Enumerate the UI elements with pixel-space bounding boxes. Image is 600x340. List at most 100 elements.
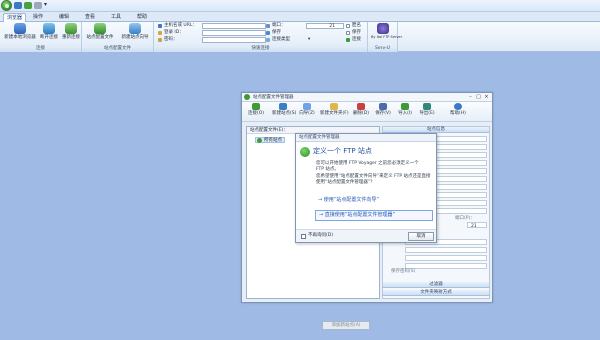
reconnect-icon xyxy=(65,23,77,34)
site-profiles-button[interactable]: 站点配置文件 xyxy=(85,23,115,45)
dont-ask-checkbox[interactable] xyxy=(301,234,306,239)
info-field-12 xyxy=(405,247,487,253)
host-icon xyxy=(158,24,162,28)
help-icon xyxy=(454,103,462,110)
quick-access-options-icon[interactable] xyxy=(34,2,42,9)
help-button[interactable]: 帮助(H) xyxy=(448,103,468,121)
cancel-button[interactable]: 取消 xyxy=(408,232,434,241)
chevron-down-icon[interactable]: ▾ xyxy=(308,37,310,43)
new-folder-button[interactable]: 新建文件夹(F) xyxy=(320,103,349,121)
group-site-profiles: 站点配置文件 新建站点向导 站点配置文件 xyxy=(82,22,154,52)
minimize-icon[interactable]: – xyxy=(467,94,474,100)
export-button[interactable]: 导出(E) xyxy=(418,103,436,121)
host-row: 主机名或 URL： xyxy=(158,23,268,29)
delete-button[interactable]: 删除(D) xyxy=(352,103,370,121)
filters-header[interactable]: 过滤器 xyxy=(383,282,489,288)
export-icon xyxy=(423,103,431,110)
password-input[interactable] xyxy=(202,37,266,43)
anonymous-checkbox[interactable] xyxy=(346,24,350,28)
dialog-heading: 定义一个 FTP 站点 xyxy=(313,147,372,155)
folder-mapping-header[interactable]: 文件夹映射方式 xyxy=(383,290,489,296)
user-icon xyxy=(158,31,162,35)
dialog-text-line-2: FTP 站点。 xyxy=(316,167,339,172)
close-icon[interactable]: × xyxy=(483,94,490,100)
dont-ask-label: 不再询问(D) xyxy=(308,233,333,238)
app-window: ▾ 浏览器 操作 编辑 查看 工具 帮助 新建本地浏览器 断开连接 重新连接 连… xyxy=(0,0,600,340)
use-wizard-option[interactable]: → 使用“站点配置文件向导” xyxy=(315,195,433,206)
group-connect: 新建本地浏览器 断开连接 重新连接 连接 xyxy=(0,22,82,52)
connect-icon xyxy=(252,103,260,110)
servu-button[interactable]: By Itol FTP Server xyxy=(371,23,402,45)
tab-view[interactable]: 查看 xyxy=(82,13,98,22)
add-new-site-button[interactable]: 添加新站点(A) xyxy=(322,321,370,330)
login-input[interactable] xyxy=(202,30,266,36)
group-quick-connect: 主机名或 URL： 登录 ID： 密码： 端口： 21 保存 连接类型 ▾ 匿名… xyxy=(154,22,368,52)
connect-toolbar-button[interactable]: 连接(O) xyxy=(246,103,266,121)
tab-browser[interactable]: 浏览器 xyxy=(3,13,27,22)
info-field-14 xyxy=(405,263,487,269)
info-field-13 xyxy=(405,255,487,261)
quick-access-dropdown-icon[interactable]: ▾ xyxy=(44,1,47,8)
maximize-icon[interactable]: □ xyxy=(475,94,482,100)
wizard-icon xyxy=(129,23,141,34)
port-icon xyxy=(266,24,270,28)
title-bar: ▾ xyxy=(0,0,600,12)
import-icon xyxy=(401,103,409,110)
port-field[interactable]: 21 xyxy=(467,222,487,229)
tab-actions[interactable]: 操作 xyxy=(30,13,46,22)
connect-type-icon xyxy=(266,38,270,42)
use-manager-option[interactable]: → 直接使用“站点配置文件管理器” xyxy=(315,210,433,221)
import-button[interactable]: 导入(I) xyxy=(396,103,414,121)
port-row: 端口： 21 xyxy=(266,23,344,29)
quick-access-save-icon[interactable] xyxy=(14,2,22,9)
sites-icon xyxy=(257,138,262,143)
quick-access-connect-icon[interactable] xyxy=(24,2,32,9)
ribbon: 新建本地浏览器 断开连接 重新连接 连接 站点配置文件 新建站点向导 站点配置文… xyxy=(0,22,600,52)
servu-icon xyxy=(377,23,389,34)
app-menu-orb[interactable] xyxy=(1,0,12,11)
key-icon xyxy=(158,38,162,42)
site-manager-icon xyxy=(244,94,250,100)
tab-tools[interactable]: 工具 xyxy=(108,13,124,22)
tree-item-all-sites[interactable]: 所有站点 xyxy=(255,137,285,143)
new-site-wizard-button[interactable]: 新建站点向导 xyxy=(119,23,151,45)
save-row: 保存 xyxy=(266,30,326,36)
ribbon-tab-row: 浏览器 操作 编辑 查看 工具 帮助 xyxy=(0,12,600,22)
define-ftp-site-dialog: 站点配置文件管理器 定义一个 FTP 站点 您可以开始使用 FTP Voyage… xyxy=(295,133,437,243)
anonymous-row[interactable]: 匿名 xyxy=(346,23,368,29)
site-profiles-icon xyxy=(94,23,106,34)
host-input[interactable] xyxy=(202,23,266,29)
dialog-footer: 不再询问(D) 取消 xyxy=(296,229,436,242)
group-servu: By Itol FTP Server Serv-U xyxy=(368,22,402,52)
save-icon xyxy=(379,103,387,110)
new-local-browser-button[interactable]: 新建本地浏览器 xyxy=(3,23,37,45)
ftp-site-icon xyxy=(300,147,310,157)
tab-edit[interactable]: 编辑 xyxy=(56,13,72,22)
save-checkbox[interactable] xyxy=(346,31,350,35)
save-icon xyxy=(266,31,270,35)
site-manager-title-bar: 站点配置文件管理器 – □ × xyxy=(242,93,492,102)
tab-help[interactable]: 帮助 xyxy=(134,13,150,22)
connect-type-row: 连接类型 ▾ xyxy=(266,37,348,43)
disconnect-button[interactable]: 断开连接 xyxy=(39,23,59,45)
new-site-button[interactable]: 新建站点(S) xyxy=(272,103,296,121)
port-input[interactable]: 21 xyxy=(306,23,344,29)
save-check-row[interactable]: 保存 xyxy=(346,30,368,36)
reconnect-button[interactable]: 重新连接 xyxy=(61,23,81,45)
connect-type-dropdown[interactable]: 连接类型 xyxy=(272,37,290,43)
delete-icon xyxy=(357,103,365,110)
dialog-title: 站点配置文件管理器 xyxy=(296,134,436,142)
wizard-icon xyxy=(303,103,311,110)
connect-button[interactable]: 连接 xyxy=(346,37,368,43)
wizard-button[interactable]: 向导(Z) xyxy=(298,103,316,121)
browser-icon xyxy=(14,23,26,34)
login-row: 登录 ID： xyxy=(158,30,268,36)
dialog-text-line-4: 使用“站点配置文件管理器”？ xyxy=(316,180,375,185)
save-password-checkbox[interactable]: 保存密码(S) xyxy=(391,269,415,275)
password-row: 密码： xyxy=(158,37,268,43)
save-button[interactable]: 保存(V) xyxy=(374,103,392,121)
folder-icon xyxy=(330,103,338,110)
connect-icon xyxy=(346,38,350,42)
site-manager-toolbar: 连接(O) 新建站点(S) 向导(Z) 新建文件夹(F) 删除(D) 保存(V) xyxy=(242,102,492,122)
disconnect-icon xyxy=(43,23,55,34)
